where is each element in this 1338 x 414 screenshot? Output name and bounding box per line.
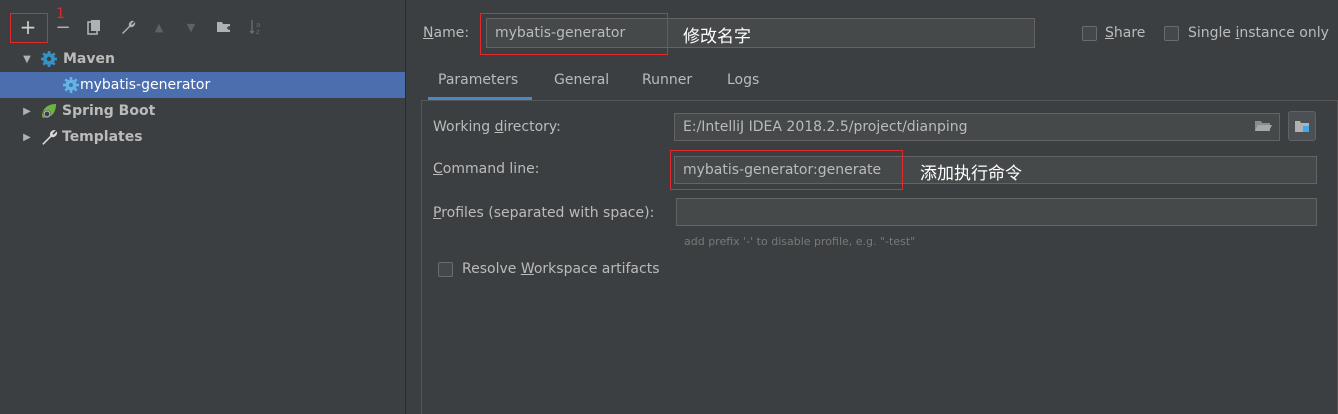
share-checkbox[interactable] — [1082, 26, 1097, 41]
copy-icon[interactable] — [84, 16, 104, 38]
profiles-label: Profiles (separated with space): — [433, 205, 655, 221]
tab-parameters[interactable]: Parameters — [438, 72, 518, 88]
module-folder-button[interactable] — [1288, 111, 1316, 141]
annotation-box-add — [10, 13, 48, 43]
move-down-icon[interactable]: ▼ — [182, 16, 200, 38]
single-instance-label[interactable]: Single instance only — [1188, 25, 1329, 41]
maven-config-icon — [62, 76, 80, 94]
move-up-icon[interactable]: ▲ — [150, 16, 168, 38]
name-label: Name: — [423, 25, 470, 41]
collapsed-arrow-icon[interactable]: ▶ — [20, 106, 34, 117]
tree-label-spring-boot: Spring Boot — [62, 103, 156, 119]
parameters-panel — [421, 100, 1338, 414]
profiles-input[interactable] — [676, 198, 1317, 226]
configuration-tree-panel: + 1 − ▲ ▼ az ▼ Maven mybatis-generator ▶ — [0, 0, 406, 414]
tree-label-templates: Templates — [62, 129, 143, 145]
tree-item-templates[interactable]: ▶ Templates — [0, 124, 405, 150]
tab-runner[interactable]: Runner — [642, 72, 692, 88]
tab-logs[interactable]: Logs — [727, 72, 759, 88]
annotation-rename: 修改名字 — [683, 27, 751, 47]
sort-icon[interactable]: az — [246, 16, 266, 38]
remove-configuration-button[interactable]: − — [54, 16, 72, 38]
resolve-workspace-checkbox[interactable] — [438, 262, 453, 277]
collapsed-arrow-icon[interactable]: ▶ — [20, 132, 34, 143]
svg-text:z: z — [256, 28, 260, 35]
profiles-hint: add prefix '-' to disable profile, e.g. … — [684, 235, 916, 248]
annotation-add-command: 添加执行命令 — [920, 164, 1022, 184]
annotation-box-name — [480, 13, 668, 55]
working-directory-label: Working directory: — [433, 119, 561, 135]
tree-label-mybatis-generator: mybatis-generator — [80, 77, 211, 93]
module-folder-icon — [1294, 119, 1310, 133]
maven-gear-icon — [40, 50, 58, 68]
expanded-arrow-icon[interactable]: ▼ — [20, 54, 34, 65]
working-directory-value: E:/IntelliJ IDEA 2018.2.5/project/dianpi… — [683, 119, 968, 135]
single-instance-checkbox[interactable] — [1164, 26, 1179, 41]
working-directory-input[interactable]: E:/IntelliJ IDEA 2018.2.5/project/dianpi… — [674, 113, 1280, 141]
annotation-box-command — [670, 150, 903, 190]
tree-item-maven[interactable]: ▼ Maven — [0, 46, 405, 72]
folder-icon[interactable] — [214, 16, 234, 38]
browse-folder-icon[interactable] — [1254, 118, 1272, 138]
tree-item-spring-boot[interactable]: ▶ Spring Boot — [0, 98, 405, 124]
command-line-label: Command line: — [433, 161, 540, 177]
resolve-workspace-label[interactable]: Resolve Workspace artifacts — [462, 261, 660, 277]
tab-general[interactable]: General — [554, 72, 609, 88]
tree-item-mybatis-generator[interactable]: mybatis-generator — [0, 72, 405, 98]
wrench-icon[interactable] — [118, 16, 138, 38]
share-label[interactable]: Share — [1105, 25, 1145, 41]
spring-boot-icon — [40, 102, 58, 120]
tree-label-maven: Maven — [63, 51, 115, 67]
wrench-template-icon — [40, 128, 58, 146]
